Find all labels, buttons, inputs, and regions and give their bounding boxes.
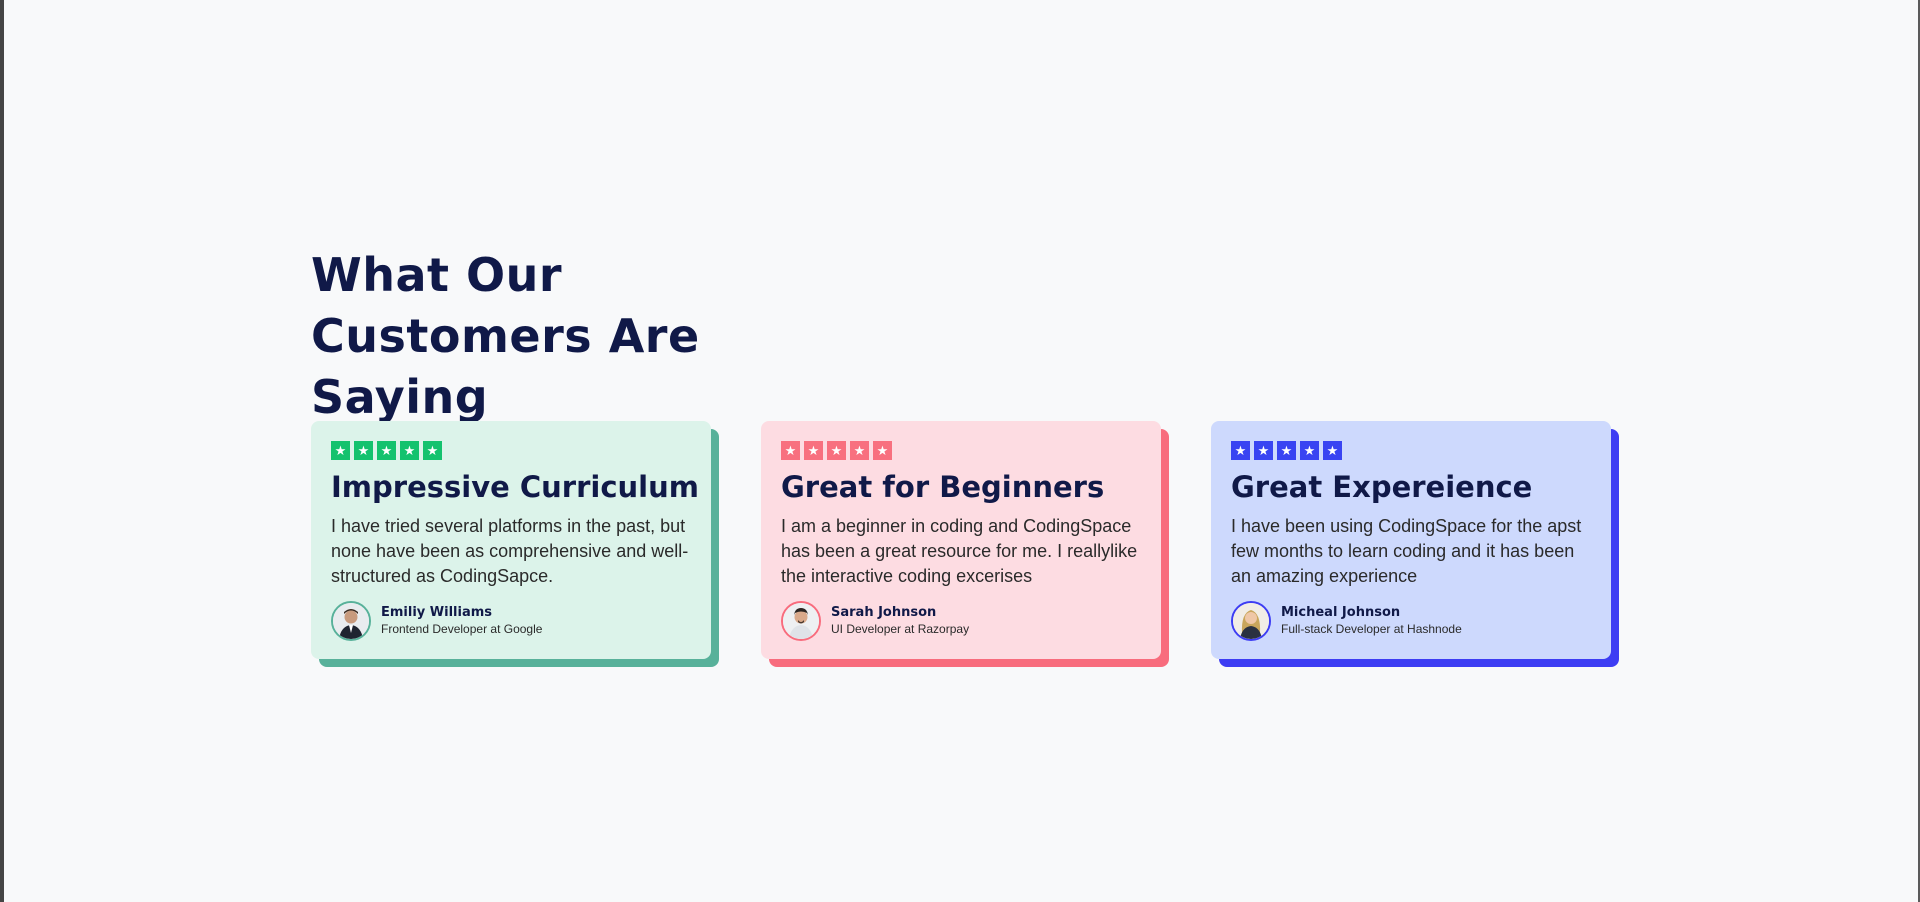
window-edge-left: [0, 0, 4, 902]
author-info: Emiliy Williams Frontend Developer at Go…: [381, 604, 542, 638]
author: Emiliy Williams Frontend Developer at Go…: [331, 601, 691, 641]
card-text: I am a beginner in coding and CodingSpac…: [781, 516, 1138, 586]
testimonials-section: What Our Customers Are Saying ★ ★ ★ ★ ★ …: [311, 245, 1621, 667]
testimonial-card-3: ★ ★ ★ ★ ★ Great Expereience I have been …: [1211, 421, 1619, 667]
person-avatar-icon: [1233, 603, 1269, 639]
star-icon: ★: [827, 441, 846, 460]
card-body: ★ ★ ★ ★ ★ Great Expereience I have been …: [1211, 421, 1611, 659]
star-icon: ★: [400, 441, 419, 460]
star-icon: ★: [354, 441, 373, 460]
author-name: Emiliy Williams: [381, 605, 493, 620]
star-icon: ★: [850, 441, 869, 460]
star-icon: ★: [1300, 441, 1319, 460]
star-icon: ★: [1323, 441, 1342, 460]
star-icon: ★: [1231, 441, 1250, 460]
star-rating: ★ ★ ★ ★ ★: [1231, 441, 1591, 460]
star-icon: ★: [1277, 441, 1296, 460]
card-title: Great Expereience: [1231, 470, 1533, 504]
author: Micheal Johnson Full-stack Developer at …: [1231, 601, 1591, 641]
avatar: [331, 601, 371, 641]
avatar: [1231, 601, 1271, 641]
card-title: Great for Beginners: [781, 470, 1105, 504]
star-rating: ★ ★ ★ ★ ★: [781, 441, 1141, 460]
star-rating: ★ ★ ★ ★ ★: [331, 441, 691, 460]
author-role: Frontend Developer at Google: [381, 622, 543, 636]
star-icon: ★: [1254, 441, 1273, 460]
testimonial-card-2: ★ ★ ★ ★ ★ Great for Beginners I am a beg…: [761, 421, 1169, 667]
card-body: ★ ★ ★ ★ ★ Impressive Curriculum I have t…: [311, 421, 711, 659]
author-info: Micheal Johnson Full-stack Developer at …: [1281, 604, 1462, 638]
author-name: Micheal Johnson: [1281, 605, 1401, 620]
author: Sarah Johnson UI Developer at Razorpay: [781, 601, 1141, 641]
avatar: [781, 601, 821, 641]
testimonial-cards: ★ ★ ★ ★ ★ Impressive Curriculum I have t…: [311, 421, 1619, 667]
card-text: I have been using CodingSpace for the ap…: [1231, 516, 1582, 586]
star-icon: ★: [873, 441, 892, 460]
author-role: Full-stack Developer at Hashnode: [1281, 622, 1462, 636]
author-name: Sarah Johnson: [831, 605, 937, 620]
star-icon: ★: [423, 441, 442, 460]
person-avatar-icon: [333, 603, 369, 639]
testimonial-card-1: ★ ★ ★ ★ ★ Impressive Curriculum I have t…: [311, 421, 719, 667]
author-info: Sarah Johnson UI Developer at Razorpay: [831, 604, 969, 638]
star-icon: ★: [804, 441, 823, 460]
author-role: UI Developer at Razorpay: [831, 622, 970, 636]
section-heading: What Our Customers Are Saying: [311, 248, 700, 424]
star-icon: ★: [331, 441, 350, 460]
person-avatar-icon: [783, 603, 819, 639]
card-title: Impressive Curriculum: [331, 470, 699, 504]
star-icon: ★: [377, 441, 396, 460]
card-body: ★ ★ ★ ★ ★ Great for Beginners I am a beg…: [761, 421, 1161, 659]
card-text: I have tried several platforms in the pa…: [331, 516, 689, 586]
star-icon: ★: [781, 441, 800, 460]
